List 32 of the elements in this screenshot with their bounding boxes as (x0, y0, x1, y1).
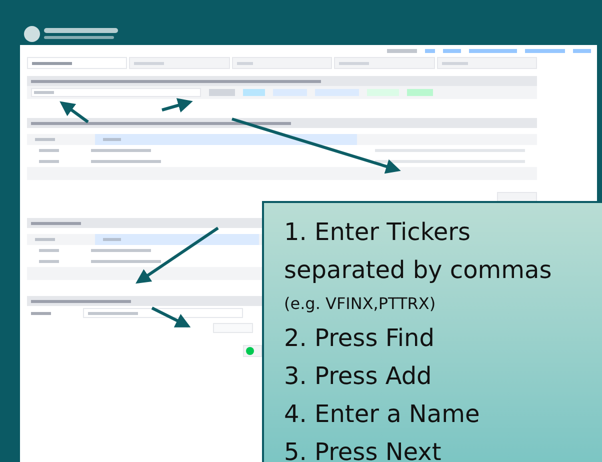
logo-icon (24, 26, 40, 42)
step-tab[interactable] (27, 57, 128, 69)
edit-button[interactable] (243, 89, 265, 96)
screener-button[interactable] (273, 89, 307, 96)
arrow (162, 98, 193, 112)
column-header[interactable] (95, 234, 259, 245)
next-button[interactable] (243, 345, 262, 357)
save-as-button[interactable] (213, 323, 253, 333)
instruction-text: 4. Enter a Name (284, 399, 481, 430)
toolbar-button[interactable] (367, 89, 399, 96)
arrow (60, 101, 89, 124)
instruction-text: (e.g. VFINX,PTTRX) (284, 293, 437, 315)
name-input-field[interactable] (83, 308, 243, 318)
instruction-text: separated by commas (284, 255, 553, 286)
step-tab[interactable] (334, 57, 435, 69)
blurred-label (31, 312, 51, 314)
column-header[interactable] (95, 134, 357, 145)
toolbar-button[interactable] (315, 89, 359, 96)
step-tab[interactable] (129, 57, 230, 69)
instruction-text: 5. Press Next (284, 437, 442, 462)
instruction-text: 2. Press Find (284, 323, 436, 354)
arrow (151, 306, 191, 328)
blurred-text (387, 49, 417, 53)
blurred-logo-text (44, 36, 114, 39)
instruction-text: 1. Enter Tickers (284, 217, 472, 248)
ticker-input-field[interactable] (31, 88, 201, 97)
step-tab[interactable] (232, 57, 332, 69)
instruction-text: 3. Press Add (284, 361, 433, 392)
step-tab[interactable] (436, 57, 538, 69)
find-button[interactable] (209, 89, 235, 96)
add-button[interactable] (497, 192, 537, 202)
import-button[interactable] (407, 89, 433, 96)
